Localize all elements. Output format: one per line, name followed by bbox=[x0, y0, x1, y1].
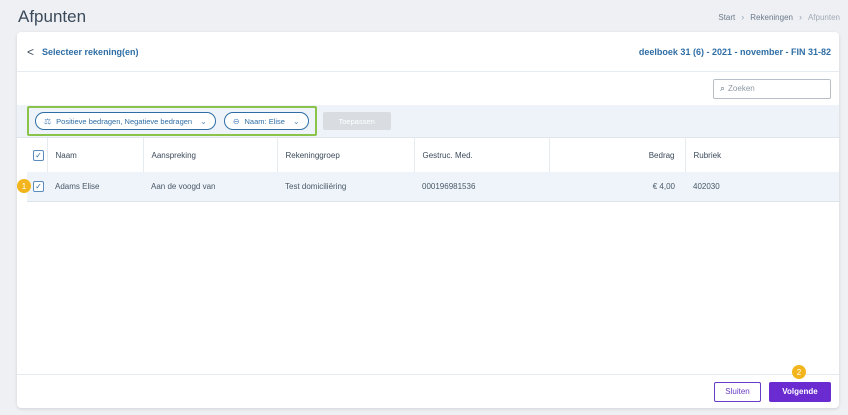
page-header: Afpunten Start › Rekeningen › Afpunten bbox=[0, 0, 848, 34]
back-link[interactable]: < Selecteer rekening(en) bbox=[27, 45, 139, 59]
select-all-cell: ✓ bbox=[27, 138, 48, 172]
cell-rubriek: 402030 bbox=[685, 172, 839, 202]
apply-button[interactable]: Toepassen bbox=[322, 112, 391, 130]
search-row: ⌕ Zoeken bbox=[17, 72, 839, 105]
column-header-rubriek[interactable]: Rubriek bbox=[685, 138, 839, 172]
breadcrumb-separator-icon: › bbox=[798, 12, 802, 22]
step-badge-2: 2 bbox=[792, 365, 806, 379]
filter-highlight-box: ⚖ Positieve bedragen, Negatieve bedragen… bbox=[27, 106, 317, 136]
ledger-label: deelboek 31 (6) - 2021 - november - FIN … bbox=[638, 46, 831, 57]
column-header-naam[interactable]: Naam bbox=[47, 138, 144, 172]
next-button[interactable]: Volgende bbox=[769, 381, 831, 402]
search-placeholder: Zoeken bbox=[728, 84, 755, 93]
step-badge-1: 1 bbox=[17, 179, 31, 193]
filter-chip-amounts[interactable]: ⚖ Positieve bedragen, Negatieve bedragen… bbox=[35, 112, 216, 130]
column-header-bedrag[interactable]: Bedrag bbox=[549, 138, 686, 172]
cell-rekeninggroep: Test domiciliëring bbox=[277, 172, 414, 202]
card-header: < Selecteer rekening(en) deelboek 31 (6)… bbox=[17, 32, 839, 72]
filter-bar: ⚖ Positieve bedragen, Negatieve bedragen… bbox=[17, 105, 839, 138]
filter-chip-name-label: Naam: Elise bbox=[244, 116, 285, 126]
breadcrumb-separator-icon: › bbox=[741, 12, 745, 22]
tag-icon: ⊖ bbox=[232, 116, 240, 126]
close-button[interactable]: Sluiten bbox=[714, 381, 761, 402]
filter-chip-name[interactable]: ⊖ Naam: Elise ⌄ bbox=[223, 112, 309, 130]
breadcrumb-rekeningen[interactable]: Rekeningen bbox=[750, 13, 793, 22]
table-header-row: ✓ Naam Aanspreking Rekeninggroep Gestruc… bbox=[27, 138, 839, 172]
breadcrumb-start[interactable]: Start bbox=[718, 13, 735, 22]
search-icon: ⌕ bbox=[720, 83, 726, 93]
row-checkbox[interactable]: ✓ bbox=[33, 180, 44, 192]
chevron-down-icon: ⌄ bbox=[200, 116, 207, 126]
column-header-gestruc-med[interactable]: Gestruc. Med. bbox=[414, 138, 550, 172]
search-input[interactable]: ⌕ Zoeken bbox=[713, 78, 831, 99]
table-row[interactable]: ✓ Adams Elise Aan de voogd van Test domi… bbox=[27, 172, 839, 202]
breadcrumb-current: Afpunten bbox=[807, 12, 840, 22]
back-link-label: Selecteer rekening(en) bbox=[42, 46, 139, 57]
breadcrumb: Start › Rekeningen › Afpunten bbox=[718, 12, 840, 22]
chevron-left-icon: < bbox=[27, 44, 35, 59]
cell-gestruc-med: 000196981536 bbox=[414, 172, 549, 202]
cell-bedrag: € 4,00 bbox=[549, 172, 685, 202]
main-card: < Selecteer rekening(en) deelboek 31 (6)… bbox=[17, 32, 839, 408]
column-header-rekeninggroep[interactable]: Rekeninggroep bbox=[277, 138, 415, 172]
cell-naam: Adams Elise bbox=[47, 172, 143, 202]
column-header-aanspreking[interactable]: Aanspreking bbox=[143, 138, 278, 172]
select-all-checkbox[interactable]: ✓ bbox=[33, 149, 44, 161]
cell-aanspreking: Aan de voogd van bbox=[143, 172, 277, 202]
filter-chip-amounts-label: Positieve bedragen, Negatieve bedragen bbox=[56, 116, 193, 126]
chevron-down-icon: ⌄ bbox=[292, 116, 300, 126]
card-footer: Sluiten Volgende bbox=[17, 374, 839, 408]
page-title: Afpunten bbox=[18, 7, 87, 26]
amount-filter-icon: ⚖ bbox=[44, 116, 52, 126]
accounts-table: ✓ Naam Aanspreking Rekeninggroep Gestruc… bbox=[27, 138, 839, 202]
